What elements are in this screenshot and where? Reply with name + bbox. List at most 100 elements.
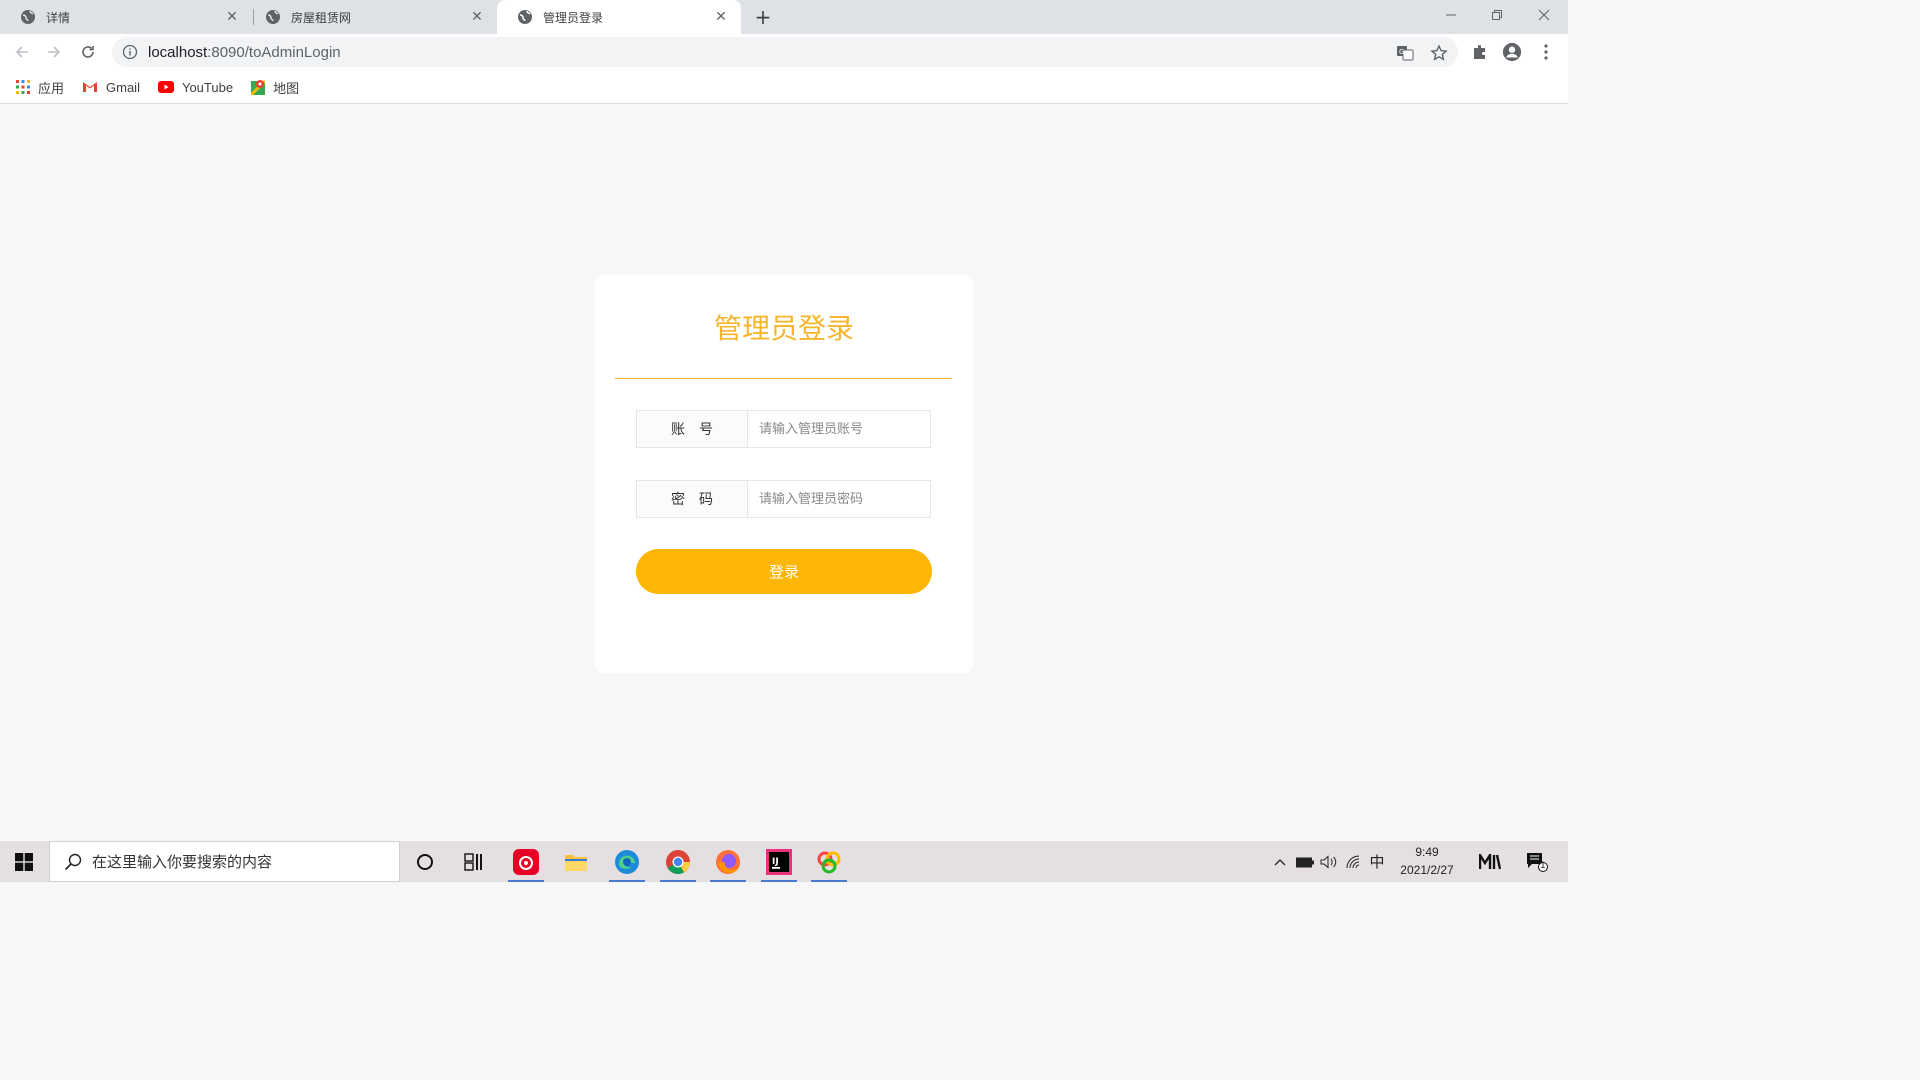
- battery-icon: [1296, 857, 1314, 867]
- star-icon[interactable]: [1430, 44, 1448, 62]
- firefox-app[interactable]: [706, 841, 750, 882]
- edge-app[interactable]: [605, 841, 649, 882]
- task-view-button[interactable]: [452, 841, 496, 882]
- profile-button[interactable]: [1502, 42, 1522, 62]
- tab-details[interactable]: 详情 ✕: [0, 0, 252, 34]
- url-text: localhost:8090/toAdminLogin: [148, 44, 341, 61]
- puzzle-icon: [1474, 45, 1485, 59]
- new-tab-button[interactable]: +: [752, 5, 774, 29]
- volume-indicator[interactable]: [1318, 841, 1340, 882]
- bookmark-label: Gmail: [106, 79, 140, 95]
- chrome-icon: [666, 849, 690, 874]
- svg-text:IJ: IJ: [772, 857, 779, 867]
- tab-admin-login[interactable]: 管理员登录 ✕: [497, 0, 741, 34]
- task-view-icon: [464, 852, 482, 871]
- bookmark-gmail[interactable]: Gmail: [82, 80, 140, 95]
- bookmark-youtube[interactable]: YouTube: [157, 79, 234, 95]
- back-button[interactable]: [8, 38, 36, 66]
- reload-button[interactable]: [74, 38, 102, 66]
- url-host: localhost: [148, 43, 208, 61]
- browser-toolbar: localhost:8090/toAdminLogin G: [0, 34, 1568, 71]
- im-icon-button[interactable]: [1476, 841, 1504, 882]
- password-label: 密码: [637, 481, 748, 517]
- login-button[interactable]: 登录: [636, 549, 932, 594]
- account-input[interactable]: [748, 411, 930, 447]
- close-icon: [1538, 9, 1550, 21]
- bookmark-label: YouTube: [181, 79, 234, 95]
- im-m-icon: [1479, 853, 1501, 869]
- minimize-icon: [1446, 14, 1456, 16]
- password-input[interactable]: [748, 481, 930, 517]
- close-icon[interactable]: ✕: [224, 9, 240, 25]
- globe-icon: [266, 10, 280, 24]
- title-divider: [615, 378, 952, 379]
- clock-date: 2021/2/27: [1400, 863, 1454, 877]
- account-field: 账号: [636, 410, 931, 448]
- address-bar[interactable]: localhost:8090/toAdminLogin G: [112, 37, 1458, 67]
- firefox-icon: [716, 849, 740, 874]
- bookmark-apps[interactable]: 应用: [16, 78, 64, 97]
- netease-music-icon: [513, 848, 539, 875]
- bookmark-label: 地图: [273, 80, 300, 96]
- forward-button[interactable]: [40, 38, 68, 66]
- bookmark-label: 应用: [38, 80, 65, 96]
- page-content: 管理员登录 账号 密码 登录: [0, 105, 1568, 841]
- netease-music-app[interactable]: [504, 841, 548, 882]
- tab-title: 房屋租赁网: [291, 10, 352, 25]
- notification-count: 1: [1540, 861, 1546, 871]
- tab-title: 详情: [46, 10, 71, 25]
- app-icon-generic[interactable]: [807, 841, 851, 882]
- extensions-button[interactable]: [1470, 42, 1490, 62]
- wifi-icon: [1346, 855, 1360, 868]
- apps-grid-icon: [16, 80, 30, 94]
- close-icon[interactable]: ✕: [713, 9, 729, 25]
- password-field: 密码: [636, 480, 931, 518]
- more-vert-icon: [1544, 44, 1548, 60]
- restore-button[interactable]: [1474, 0, 1520, 30]
- intellij-icon: IJ: [766, 848, 792, 875]
- clock[interactable]: 9:49 2021/2/27: [1392, 843, 1462, 879]
- minimize-button[interactable]: [1428, 0, 1474, 30]
- info-icon: [122, 44, 138, 60]
- close-icon[interactable]: ✕: [469, 9, 485, 25]
- login-card: 管理员登录 账号 密码 登录: [595, 275, 973, 673]
- action-center-button[interactable]: 1: [1520, 841, 1554, 882]
- taskbar-search[interactable]: 在这里输入你要搜索的内容: [49, 841, 400, 882]
- intellij-app[interactable]: IJ: [757, 841, 801, 882]
- cortana-circle-icon: [417, 853, 433, 870]
- ime-indicator[interactable]: 中: [1366, 841, 1388, 882]
- menu-button[interactable]: [1536, 42, 1556, 62]
- clock-time: 9:49: [1415, 845, 1439, 859]
- account-icon: [1502, 42, 1522, 62]
- maps-icon: [251, 79, 266, 95]
- start-button[interactable]: [0, 841, 48, 882]
- battery-indicator[interactable]: [1294, 841, 1316, 882]
- login-title: 管理员登录: [713, 312, 854, 345]
- chrome-app[interactable]: [656, 841, 700, 882]
- arrow-right-icon: [48, 46, 61, 58]
- restore-icon: [1492, 10, 1502, 20]
- tab-strip: 详情 ✕ 房屋租赁网 ✕ 管理员登录 ✕ +: [0, 0, 1568, 34]
- bookmarks-bar: 应用 Gmail YouTube 地图: [0, 71, 1568, 104]
- bookmark-maps[interactable]: 地图: [251, 78, 299, 97]
- arrow-left-icon: [15, 46, 28, 58]
- globe-icon: [518, 10, 532, 24]
- translate-icon[interactable]: G: [1396, 44, 1414, 62]
- cortana-button[interactable]: [403, 841, 447, 882]
- speaker-icon: [1320, 854, 1337, 869]
- search-icon: [64, 853, 82, 870]
- file-explorer-app[interactable]: [554, 841, 598, 882]
- youtube-icon: [157, 81, 174, 93]
- tab-rental-site[interactable]: 房屋租赁网 ✕: [245, 0, 497, 34]
- network-indicator[interactable]: [1343, 841, 1365, 882]
- windows-logo-icon: [15, 852, 33, 871]
- folder-icon: [565, 854, 587, 871]
- gmail-icon: [83, 82, 98, 92]
- close-window-button[interactable]: [1521, 0, 1567, 30]
- edge-icon: [615, 849, 639, 874]
- tray-expand-button[interactable]: [1270, 841, 1290, 882]
- taskbar: 在这里输入你要搜索的内容 IJ 中 9:49 2021/2/27 1: [0, 841, 1568, 882]
- colorful-ring-icon: [817, 851, 841, 873]
- search-placeholder: 在这里输入你要搜索的内容: [92, 853, 273, 871]
- chevron-up-icon: [1274, 858, 1286, 865]
